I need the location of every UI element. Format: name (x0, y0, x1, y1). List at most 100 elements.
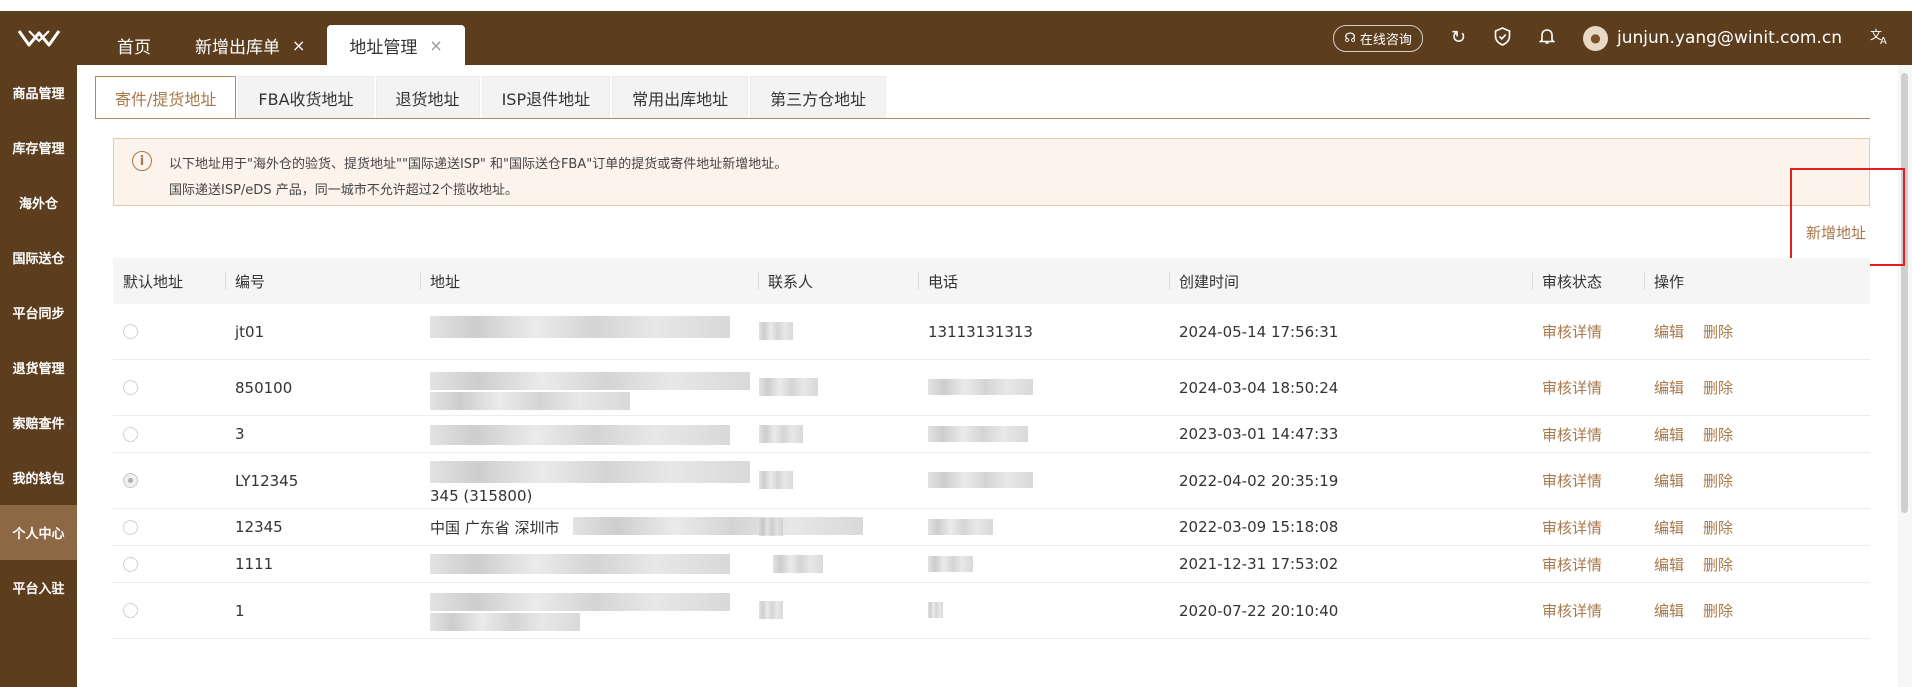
add-address-button[interactable]: 新增地址 (1806, 222, 1866, 243)
sidebar-item[interactable]: 平台同步 (0, 285, 77, 340)
sidebar-item[interactable]: 退货管理 (0, 340, 77, 395)
edit-link[interactable]: 编辑 (1654, 304, 1684, 359)
user-menu[interactable]: ● junjun.yang@winit.com.cn (1582, 25, 1842, 51)
review-details-link[interactable]: 审核详情 (1542, 416, 1602, 452)
default-radio[interactable] (123, 603, 138, 618)
close-icon[interactable]: × (429, 36, 442, 55)
redacted-contact (759, 601, 783, 619)
table-row[interactable]: 850100 2024-03-04 18:50:24 审核详情 编辑 删除 (113, 360, 1870, 416)
delete-link[interactable]: 删除 (1703, 509, 1733, 545)
default-address-cell (123, 416, 138, 452)
address-tab[interactable]: 寄件/提货地址 (95, 76, 237, 119)
page-tab[interactable]: 首页 (95, 25, 173, 65)
sidebar-item[interactable]: 我的钱包 (0, 450, 77, 505)
table-row[interactable]: 12345 中国 广东省 深圳市 2022-03-09 15:18:08 审核详情 编辑… (113, 509, 1870, 546)
sidebar: 商品管理 库存管理 海外仓 国际送仓 平台同步 退货管理 索赔查件 我的钱包 个人中心 平台入驻 (0, 65, 77, 687)
sidebar-item[interactable]: 平台入驻 (0, 560, 77, 615)
review-details-link[interactable]: 审核详情 (1542, 360, 1602, 415)
scrollbar-thumb[interactable] (1901, 73, 1908, 513)
created-time: 2021-12-31 17:53:02 (1179, 555, 1339, 573)
table-row[interactable]: 1 2020-07-22 20:10:40 审核详情 编辑 删除 (113, 583, 1870, 639)
table-row[interactable]: 3 2023-03-01 14:47:33 审核详情 编辑 删除 (113, 416, 1870, 453)
review-details-link[interactable]: 审核详情 (1542, 546, 1602, 582)
default-address-cell (123, 546, 138, 582)
table-row[interactable]: LY12345 345 (315800) 2022-04-02 20:35:19 审核… (113, 453, 1870, 509)
address-tab[interactable]: FBA收货地址 (238, 76, 374, 119)
translate-icon[interactable]: 文A (1870, 27, 1890, 49)
redacted-contact (773, 555, 823, 573)
edit-link[interactable]: 编辑 (1654, 583, 1684, 638)
review-details-link[interactable]: 审核详情 (1542, 304, 1602, 359)
edit-link[interactable]: 编辑 (1654, 509, 1684, 545)
review-details-link[interactable]: 审核详情 (1542, 453, 1602, 508)
address-code: jt01 (235, 322, 265, 341)
page-tab-label: 首页 (117, 37, 151, 58)
redacted-phone (928, 602, 943, 618)
address-tab[interactable]: 常用出库地址 (612, 76, 749, 119)
page-scrollbar[interactable] (1898, 65, 1912, 687)
online-consult-label: 在线咨询 (1359, 32, 1412, 48)
edit-link[interactable]: 编辑 (1654, 360, 1684, 415)
address-code: 1 (235, 601, 245, 620)
user-email: junjun.yang@winit.com.cn (1616, 28, 1842, 48)
default-address-cell (123, 453, 138, 508)
delete-link[interactable]: 删除 (1703, 546, 1733, 582)
default-radio[interactable] (123, 556, 138, 572)
info-notice: i 以下地址用于"海外仓的验货、提货地址""国际递送ISP" 和"国际送仓FBA… (113, 138, 1870, 206)
sidebar-item[interactable]: 个人中心 (0, 505, 77, 560)
delete-link[interactable]: 删除 (1703, 416, 1733, 452)
address-tab[interactable]: 退货地址 (375, 76, 480, 119)
edit-link[interactable]: 编辑 (1654, 546, 1684, 582)
svg-text:A: A (1880, 36, 1887, 45)
column-separator (918, 272, 919, 290)
delete-link[interactable]: 删除 (1703, 453, 1733, 508)
column-separator (225, 272, 226, 290)
review-details-link[interactable]: 审核详情 (1542, 509, 1602, 545)
edit-link[interactable]: 编辑 (1654, 416, 1684, 452)
default-radio[interactable] (123, 380, 138, 395)
redacted-address (430, 554, 730, 574)
address-tab[interactable]: ISP退件地址 (481, 76, 611, 119)
shield-icon[interactable] (1494, 26, 1511, 50)
address-tab[interactable]: 第三方仓地址 (750, 76, 887, 119)
redacted-contact (759, 471, 793, 489)
redacted-address (430, 425, 730, 445)
sidebar-item[interactable]: 商品管理 (0, 65, 77, 120)
page-tabs: 首页 新增出库单 × 地址管理 × (95, 25, 465, 65)
close-icon[interactable]: × (292, 36, 305, 55)
delete-link[interactable]: 删除 (1703, 583, 1733, 638)
default-radio[interactable] (123, 426, 138, 442)
page-tab-label: 地址管理 (349, 37, 418, 58)
phone-number: 13113131313 (928, 322, 1033, 341)
winit-logo-icon[interactable] (0, 11, 77, 65)
sidebar-item[interactable]: 索赔查件 (0, 395, 77, 450)
sidebar-item[interactable]: 国际送仓 (0, 230, 77, 285)
default-address-cell (123, 509, 138, 545)
review-details-link[interactable]: 审核详情 (1542, 583, 1602, 638)
default-radio[interactable] (123, 473, 138, 488)
address-code: 1111 (235, 555, 274, 573)
table-row[interactable]: jt01 13113131313 2024-05-14 17:56:31 审核详情 编辑… (113, 304, 1870, 360)
sidebar-item[interactable]: 库存管理 (0, 120, 77, 175)
edit-link[interactable]: 编辑 (1654, 453, 1684, 508)
redacted-contact (759, 425, 803, 443)
column-separator (420, 272, 421, 290)
bell-icon[interactable] (1538, 27, 1556, 49)
sidebar-item[interactable]: 海外仓 (0, 175, 77, 230)
redacted-phone (928, 472, 1033, 488)
table-row[interactable]: 1111 2021-12-31 17:53:02 审核详情 编辑 删除 (113, 546, 1870, 583)
column-header: 编号 (235, 272, 266, 291)
top-right-actions: ☊ 在线咨询 ↻ ● junjun.yang@winit.com.cn 文A (1333, 11, 1890, 65)
address-code: 12345 (235, 518, 283, 536)
column-separator (758, 272, 759, 290)
delete-link[interactable]: 删除 (1703, 360, 1733, 415)
online-consult-button[interactable]: ☊ 在线咨询 (1333, 24, 1423, 52)
default-radio[interactable] (123, 324, 138, 339)
column-header: 地址 (430, 272, 461, 291)
page-tab[interactable]: 新增出库单 × (173, 25, 327, 65)
delete-link[interactable]: 删除 (1703, 304, 1733, 359)
created-time: 2024-03-04 18:50:24 (1179, 378, 1339, 397)
page-tab[interactable]: 地址管理 × (327, 25, 465, 65)
default-radio[interactable] (123, 519, 138, 535)
refresh-icon[interactable]: ↻ (1451, 29, 1466, 47)
